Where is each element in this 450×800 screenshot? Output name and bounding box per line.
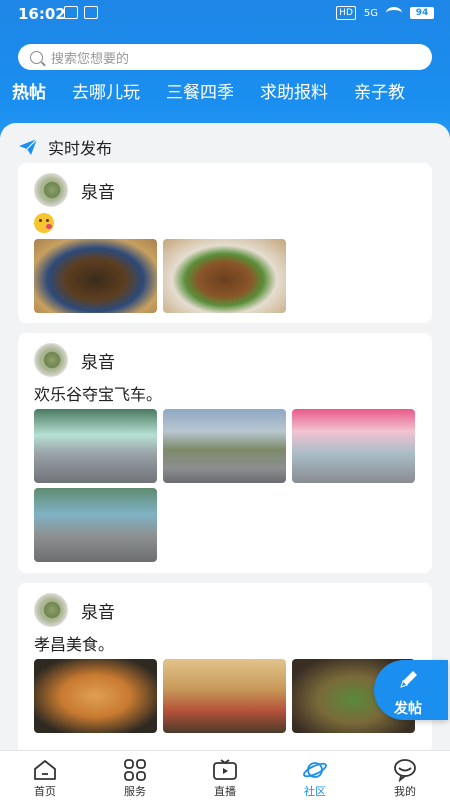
category-tabs: 热帖 去哪儿玩 三餐四季 求助报料 亲子教 bbox=[0, 78, 450, 108]
grid-icon bbox=[124, 759, 146, 781]
nav-live-label: 直播 bbox=[214, 785, 236, 798]
network-label: 5G bbox=[363, 7, 378, 19]
search-icon bbox=[30, 50, 43, 64]
section-header: 实时发布 bbox=[18, 135, 112, 159]
nav-profile[interactable]: 我的 bbox=[360, 751, 450, 800]
pencil-icon bbox=[400, 671, 417, 688]
notification-icon bbox=[64, 6, 78, 19]
nav-home-label: 首页 bbox=[34, 785, 56, 798]
tab-where-to-go[interactable]: 去哪儿玩 bbox=[72, 78, 140, 108]
tv-icon bbox=[213, 759, 237, 780]
nav-live[interactable]: 直播 bbox=[180, 751, 270, 800]
post-image[interactable] bbox=[163, 409, 286, 483]
post-image[interactable] bbox=[163, 659, 286, 733]
post-image[interactable] bbox=[163, 239, 286, 313]
nav-profile-label: 我的 bbox=[394, 785, 416, 798]
status-bar: 16:02 HD 5G 94 bbox=[0, 0, 450, 30]
author-name[interactable]: 泉音 bbox=[81, 598, 115, 623]
post-text: 欢乐谷夺宝飞车。 bbox=[34, 385, 163, 404]
post-card[interactable]: 泉音 bbox=[18, 163, 432, 323]
tab-help[interactable]: 求助报料 bbox=[260, 78, 328, 108]
status-notification-icons bbox=[64, 6, 98, 19]
post-card[interactable]: 泉音 欢乐谷夺宝飞车。 bbox=[18, 333, 432, 573]
post-card[interactable]: 泉音 孝昌美食。 bbox=[18, 583, 432, 750]
tab-meals[interactable]: 三餐四季 bbox=[166, 78, 234, 108]
tab-hot[interactable]: 热帖 bbox=[12, 78, 46, 108]
wifi-icon bbox=[386, 7, 402, 19]
avatar[interactable] bbox=[34, 173, 68, 207]
avatar[interactable] bbox=[34, 593, 68, 627]
post-image[interactable] bbox=[34, 659, 157, 733]
status-time: 16:02 bbox=[18, 5, 66, 23]
post-author[interactable]: 泉音 bbox=[34, 593, 115, 627]
nav-home[interactable]: 首页 bbox=[0, 751, 90, 800]
post-text: 孝昌美食。 bbox=[34, 635, 115, 654]
status-system-icons: HD 5G 94 bbox=[336, 6, 434, 20]
nav-service-label: 服务 bbox=[124, 785, 146, 798]
home-icon bbox=[34, 760, 56, 780]
avatar[interactable] bbox=[34, 343, 68, 377]
post-image[interactable] bbox=[34, 488, 157, 562]
section-title: 实时发布 bbox=[48, 139, 113, 158]
author-name[interactable]: 泉音 bbox=[81, 178, 115, 203]
new-post-button[interactable]: 发帖 bbox=[374, 660, 448, 720]
hd-badge: HD bbox=[336, 6, 356, 20]
chat-person-icon bbox=[394, 759, 416, 782]
kiss-emoji-icon bbox=[34, 213, 54, 233]
nav-community[interactable]: 社区 bbox=[270, 751, 360, 800]
post-image[interactable] bbox=[34, 239, 157, 313]
bottom-navigation: 首页 服务 直播 社区 我的 bbox=[0, 750, 450, 800]
nav-service[interactable]: 服务 bbox=[90, 751, 180, 800]
author-name[interactable]: 泉音 bbox=[81, 348, 115, 373]
battery-icon: 94 bbox=[410, 7, 434, 19]
paper-plane-icon bbox=[19, 138, 38, 155]
new-post-label: 发帖 bbox=[394, 701, 422, 717]
planet-icon bbox=[303, 762, 327, 778]
post-image[interactable] bbox=[292, 409, 415, 483]
nav-community-label: 社区 bbox=[304, 785, 326, 798]
post-author[interactable]: 泉音 bbox=[34, 343, 115, 377]
search-bar[interactable]: 搜索您想要的 bbox=[18, 44, 432, 70]
post-image[interactable] bbox=[34, 409, 157, 483]
notification-icon bbox=[84, 6, 98, 19]
feed-content: 实时发布 泉音 泉音 欢乐谷夺宝飞车。 泉音 孝昌美食。 bbox=[0, 123, 450, 750]
post-author[interactable]: 泉音 bbox=[34, 173, 115, 207]
tab-parenting[interactable]: 亲子教 bbox=[354, 78, 405, 108]
search-placeholder: 搜索您想要的 bbox=[51, 51, 130, 67]
